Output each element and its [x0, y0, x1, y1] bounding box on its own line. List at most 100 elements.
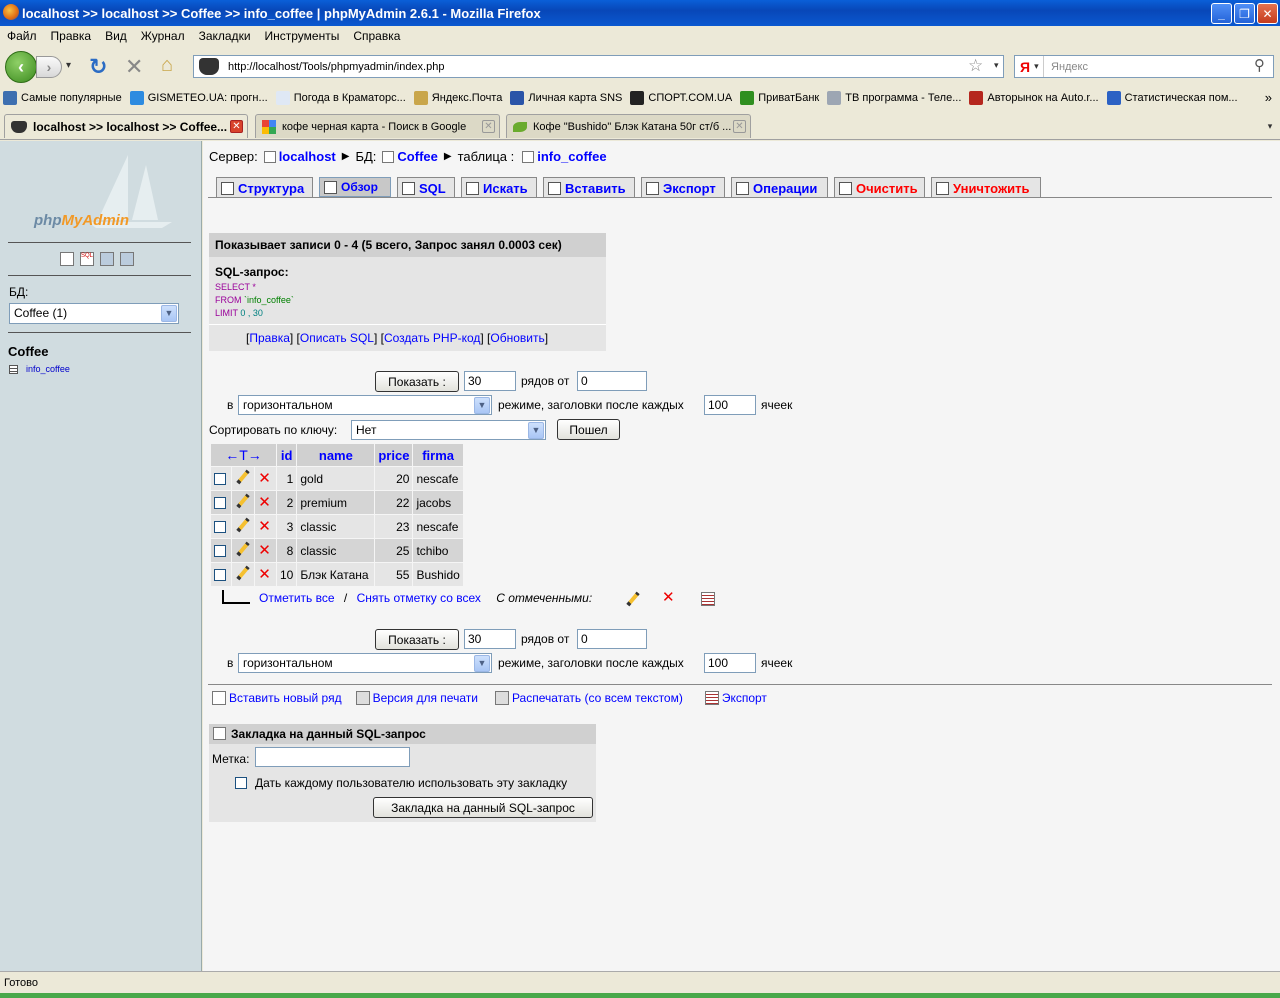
menu-help[interactable]: Справка [346, 29, 407, 43]
menu-file[interactable]: Файл [0, 29, 44, 43]
tab-list-icon[interactable]: ▾ [1262, 118, 1278, 134]
search-input[interactable]: Яндекс [1014, 55, 1274, 78]
refresh-link[interactable]: Обновить [490, 331, 544, 345]
url-dropdown-icon[interactable]: ▾ [994, 60, 999, 71]
column-header-name[interactable]: name [297, 444, 375, 466]
insert-row-link[interactable]: Вставить новый ряд [229, 691, 342, 705]
explain-sql-link[interactable]: Описать SQL [300, 331, 374, 345]
show-button-bottom[interactable]: Показать : [375, 629, 459, 650]
sql-query-icon[interactable]: SQL [80, 252, 94, 266]
tab-sql[interactable]: SQL [397, 177, 455, 198]
row-checkbox[interactable] [214, 521, 226, 534]
uncheck-all-link[interactable]: Снять отметку со всех [357, 591, 481, 605]
docs-icon[interactable] [120, 252, 134, 266]
tab-coffee-product[interactable]: Кофе "Bushido" Блэк Катана 50г ст/б ... … [506, 114, 751, 138]
column-header-firma[interactable]: firma [413, 444, 463, 466]
cells-input-bottom[interactable]: 100 [704, 653, 756, 673]
check-all-link[interactable]: Отметить все [259, 591, 335, 605]
bookmark-item[interactable]: ПриватБанк [737, 91, 824, 105]
database-link[interactable]: Coffee [397, 149, 437, 164]
back-button[interactable]: ‹ [5, 51, 37, 83]
row-checkbox[interactable] [214, 473, 226, 486]
delete-icon[interactable]: ✕ [258, 566, 271, 583]
delete-icon[interactable]: ✕ [258, 494, 271, 511]
bookmark-item[interactable]: GISMETEO.UA: прогн... [127, 91, 273, 105]
bookmark-item[interactable]: Личная карта SNS [507, 91, 627, 105]
go-button[interactable]: Пошел [557, 419, 620, 440]
bookmark-star-icon[interactable]: ☆ [968, 56, 983, 76]
left-table-link[interactable]: info_coffee [26, 364, 70, 374]
bookmark-item[interactable]: Погода в Краматорс... [273, 91, 411, 105]
close-window-button[interactable]: ✕ [1257, 3, 1278, 24]
tab-close-icon[interactable]: ✕ [230, 120, 243, 133]
reload-icon[interactable]: ↻ [89, 54, 107, 80]
table-link[interactable]: info_coffee [537, 149, 606, 164]
print-full-link[interactable]: Распечатать (со всем текстом) [512, 691, 683, 705]
delete-icon[interactable]: ✕ [258, 542, 271, 559]
menu-bookmarks[interactable]: Закладки [192, 29, 258, 43]
column-header-id[interactable]: id [277, 444, 297, 466]
row-checkbox[interactable] [214, 545, 226, 558]
from-input-top[interactable]: 0 [577, 371, 647, 391]
help-icon[interactable] [100, 252, 114, 266]
bookmark-item[interactable]: СПОРТ.COM.UA [627, 91, 737, 105]
export-link[interactable]: Экспорт [722, 691, 767, 705]
bookmark-submit-button[interactable]: Закладка на данный SQL-запрос [373, 797, 593, 818]
table-icon[interactable] [9, 365, 18, 374]
menu-edit[interactable]: Правка [44, 29, 99, 43]
bookmark-item[interactable]: Статистическая пом... [1104, 91, 1243, 105]
share-bookmark-checkbox[interactable] [235, 777, 247, 789]
tab-google-search[interactable]: кофе черная карта - Поиск в Google ✕ [255, 114, 500, 138]
tab-insert[interactable]: Вставить [543, 177, 635, 198]
history-dropdown-icon[interactable]: ▾ [66, 60, 71, 71]
tab-close-icon[interactable]: ✕ [733, 120, 746, 133]
tab-browse[interactable]: Обзор [319, 177, 391, 197]
tab-empty[interactable]: Очистить [834, 177, 925, 198]
bookmark-item[interactable]: ТВ программа - Теле... [824, 91, 966, 105]
tab-structure[interactable]: Структура [216, 177, 313, 198]
mode-select-top[interactable]: горизонтальном ▼ [238, 395, 492, 415]
left-db-title[interactable]: Coffee [8, 344, 48, 359]
server-link[interactable]: localhost [279, 149, 336, 164]
menu-history[interactable]: Журнал [134, 29, 192, 43]
tab-search[interactable]: Искать [461, 177, 537, 198]
column-header-price[interactable]: price [375, 444, 413, 466]
home-icon[interactable] [60, 252, 74, 266]
edit-icon[interactable] [235, 542, 249, 556]
delete-selected-icon[interactable]: ✕ [662, 590, 675, 605]
menu-view[interactable]: Вид [98, 29, 134, 43]
cells-input-top[interactable]: 100 [704, 395, 756, 415]
tab-close-icon[interactable]: ✕ [482, 120, 495, 133]
sort-select[interactable]: Нет ▼ [351, 420, 546, 440]
database-select[interactable]: Coffee (1) ▼ [9, 303, 179, 324]
search-engine-button[interactable]: Я ▾ [1016, 56, 1044, 77]
site-identity-icon[interactable] [199, 58, 219, 75]
tab-operations[interactable]: Операции [731, 177, 828, 198]
edit-icon[interactable] [235, 494, 249, 508]
home-icon[interactable]: ⌂ [161, 54, 173, 77]
print-view-link[interactable]: Версия для печати [373, 691, 478, 705]
edit-icon[interactable] [235, 566, 249, 580]
edit-icon[interactable] [235, 518, 249, 532]
forward-button[interactable]: › [36, 56, 62, 78]
phpmyadmin-logo[interactable]: phpMyAdmin [34, 212, 129, 229]
row-checkbox[interactable] [214, 569, 226, 582]
tab-drop[interactable]: Уничтожить [931, 177, 1041, 198]
export-selected-icon[interactable] [701, 592, 715, 606]
bookmarks-overflow-icon[interactable]: » [1265, 90, 1272, 105]
edit-selected-icon[interactable] [625, 592, 639, 606]
stop-icon[interactable]: ✕ [125, 54, 143, 80]
bookmark-label-input[interactable] [255, 747, 410, 767]
row-checkbox[interactable] [214, 497, 226, 510]
rows-input-bottom[interactable]: 30 [464, 629, 516, 649]
tab-export[interactable]: Экспорт [641, 177, 725, 198]
full-texts-toggle-icon[interactable]: ←T→ [211, 444, 276, 466]
url-bar[interactable]: http://localhost/Tools/phpmyadmin/index.… [193, 55, 1004, 78]
maximize-button[interactable]: ❐ [1234, 3, 1255, 24]
bookmark-item[interactable]: Яндекс.Почта [411, 91, 508, 105]
show-button-top[interactable]: Показать : [375, 371, 459, 392]
bookmark-item[interactable]: Авторынок на Auto.r... [966, 91, 1103, 105]
create-php-code-link[interactable]: Создать PHP-код [384, 331, 480, 345]
from-input-bottom[interactable]: 0 [577, 629, 647, 649]
menu-tools[interactable]: Инструменты [258, 29, 347, 43]
